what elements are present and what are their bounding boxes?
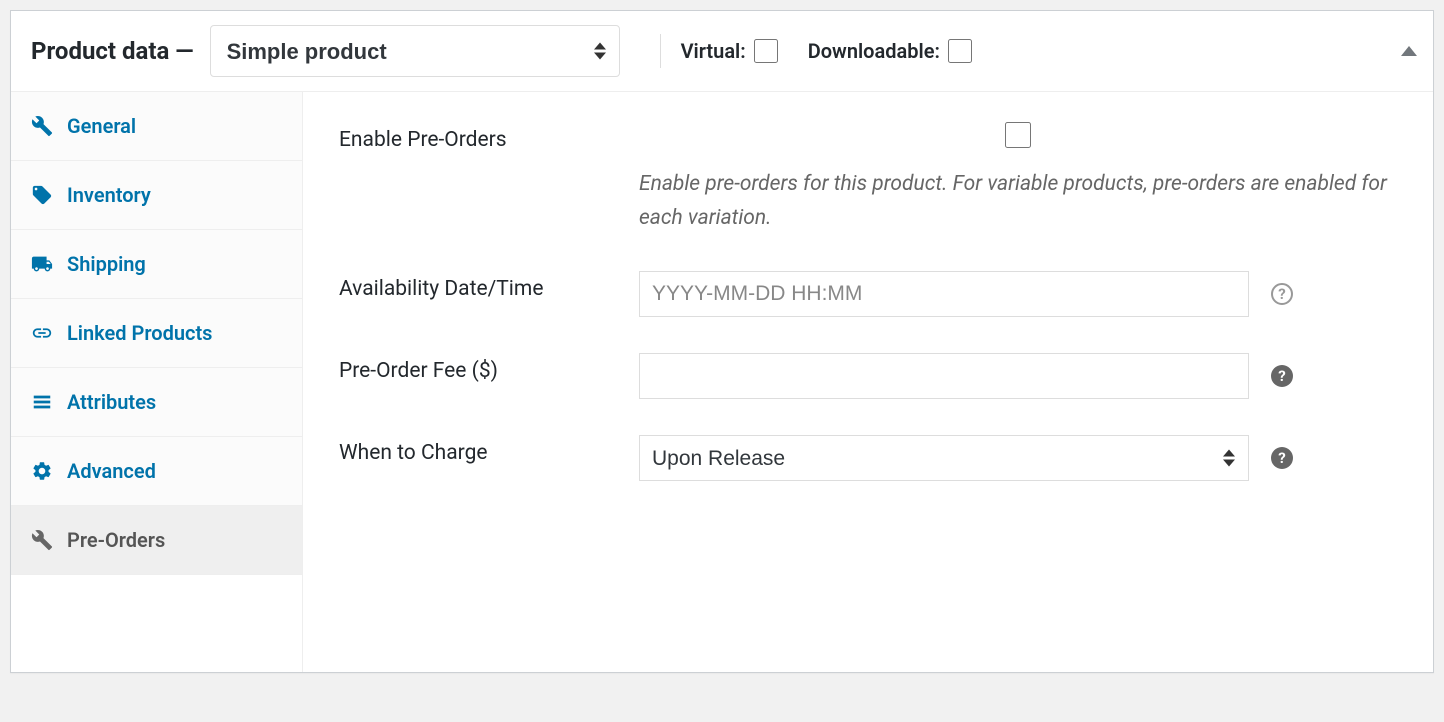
- wrench-icon: [31, 529, 53, 551]
- truck-icon: [31, 253, 53, 275]
- sidebar-item-label: General: [67, 114, 136, 138]
- sidebar-item-pre-orders[interactable]: Pre-Orders: [11, 506, 302, 575]
- sidebar-item-advanced[interactable]: Advanced: [11, 437, 302, 506]
- product-data-panel: Product data — Simple product Virtual: D…: [10, 10, 1434, 673]
- help-icon[interactable]: ?: [1271, 365, 1293, 387]
- downloadable-checkbox[interactable]: [948, 39, 972, 63]
- sidebar-item-linked-products[interactable]: Linked Products: [11, 299, 302, 368]
- sidebar-item-label: Linked Products: [67, 321, 212, 345]
- enable-description: Enable pre-orders for this product. For …: [639, 168, 1397, 235]
- virtual-label-text: Virtual:: [681, 39, 746, 63]
- form-area: Enable Pre-Orders Enable pre-orders for …: [303, 92, 1433, 672]
- fee-field: ?: [639, 353, 1397, 399]
- gear-icon: [31, 460, 53, 482]
- charge-select-wrap: Upon Release: [639, 435, 1249, 481]
- charge-label: When to Charge: [339, 435, 639, 465]
- header-divider: [660, 34, 661, 68]
- enable-preorders-checkbox[interactable]: [1005, 122, 1031, 148]
- sidebar-item-label: Pre-Orders: [67, 528, 165, 552]
- sidebar-item-label: Shipping: [67, 252, 146, 276]
- panel-header: Product data — Simple product Virtual: D…: [11, 11, 1433, 92]
- link-icon: [31, 322, 53, 344]
- downloadable-label-text: Downloadable:: [808, 39, 940, 63]
- availability-label: Availability Date/Time: [339, 271, 639, 301]
- sidebar-item-label: Attributes: [67, 390, 156, 414]
- virtual-checkbox[interactable]: [754, 39, 778, 63]
- fee-label: Pre-Order Fee ($): [339, 353, 639, 383]
- availability-field: ?: [639, 271, 1397, 317]
- sidebar-item-shipping[interactable]: Shipping: [11, 230, 302, 299]
- downloadable-checkbox-label[interactable]: Downloadable:: [808, 39, 972, 63]
- sidebar-item-label: Advanced: [67, 459, 156, 483]
- help-icon[interactable]: ?: [1271, 447, 1293, 469]
- fee-input[interactable]: [639, 353, 1249, 399]
- form-row-charge: When to Charge Upon Release ?: [339, 435, 1397, 481]
- enable-field: Enable pre-orders for this product. For …: [639, 122, 1397, 235]
- product-type-select[interactable]: Simple product: [210, 25, 620, 77]
- product-type-select-wrap: Simple product: [210, 25, 620, 77]
- sidebar-item-label: Inventory: [67, 183, 151, 207]
- panel-title: Product data —: [31, 37, 194, 65]
- help-icon[interactable]: ?: [1271, 283, 1293, 305]
- list-icon: [31, 391, 53, 413]
- wrench-icon: [31, 115, 53, 137]
- tag-icon: [31, 184, 53, 206]
- enable-label: Enable Pre-Orders: [339, 122, 639, 152]
- form-row-fee: Pre-Order Fee ($) ?: [339, 353, 1397, 399]
- sidebar-item-general[interactable]: General: [11, 92, 302, 161]
- form-row-availability: Availability Date/Time ?: [339, 271, 1397, 317]
- sidebar-item-attributes[interactable]: Attributes: [11, 368, 302, 437]
- charge-field: Upon Release ?: [639, 435, 1397, 481]
- virtual-checkbox-label[interactable]: Virtual:: [681, 39, 778, 63]
- form-row-enable: Enable Pre-Orders Enable pre-orders for …: [339, 122, 1397, 235]
- collapse-toggle-icon[interactable]: [1401, 46, 1417, 56]
- side-tabs: General Inventory Shipping Linked Produc…: [11, 92, 303, 672]
- charge-select[interactable]: Upon Release: [639, 435, 1249, 481]
- sidebar-item-inventory[interactable]: Inventory: [11, 161, 302, 230]
- availability-input[interactable]: [639, 271, 1249, 317]
- panel-body: General Inventory Shipping Linked Produc…: [11, 92, 1433, 672]
